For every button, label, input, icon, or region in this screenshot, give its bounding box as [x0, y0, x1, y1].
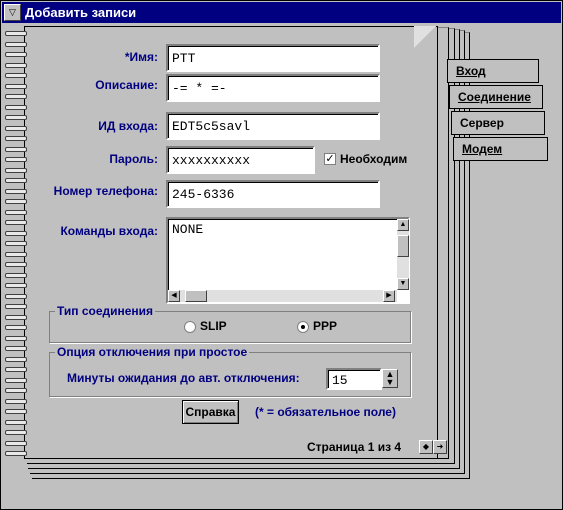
spiral-ring	[5, 52, 29, 57]
spiral-ring	[5, 241, 29, 246]
ppp-label: PPP	[313, 319, 338, 333]
idle-minutes-field[interactable]: 15	[326, 368, 382, 390]
system-menu-button[interactable]: ▽	[4, 4, 21, 21]
scroll-hthumb[interactable]	[185, 290, 207, 302]
required-checkbox[interactable]: ✓	[324, 153, 336, 165]
password-field[interactable]: xxxxxxxxxx	[166, 146, 315, 174]
required-note: (* = обязательное поле)	[255, 405, 396, 419]
spiral-ring	[5, 430, 29, 435]
spiral-ring	[5, 346, 29, 351]
spinner-arrows-icon: ▲ ▼	[385, 369, 395, 387]
checkmark-icon: ✓	[325, 153, 335, 165]
tab-server-label: Сервер	[460, 116, 504, 130]
scroll-down-arrow-icon[interactable]: ▼	[397, 278, 409, 290]
spiral-ring	[5, 262, 29, 267]
login-id-field[interactable]: EDT5c5savl	[166, 112, 380, 140]
title-bar: ▽ Добавить записи	[2, 2, 561, 23]
spiral-ring	[5, 273, 29, 278]
login-commands-text: NONE	[172, 222, 204, 237]
spiral-ring	[5, 441, 29, 446]
tab-modem-label: Модем	[462, 142, 503, 156]
description-field[interactable]: -= * =-	[166, 74, 380, 102]
spiral-ring	[5, 283, 29, 288]
connection-type-title: Тип соединения	[55, 304, 156, 318]
name-field[interactable]: PTT	[166, 44, 380, 72]
tab-connection[interactable]: Соединение	[449, 85, 543, 109]
spiral-ring	[5, 231, 29, 236]
tab-modem[interactable]: Модем	[453, 137, 548, 161]
spiral-ring	[5, 315, 29, 320]
spiral-ring	[5, 189, 29, 194]
spiral-ring	[5, 147, 29, 152]
spiral-ring	[5, 126, 29, 131]
spiral-ring	[5, 94, 29, 99]
page-corner-fold	[414, 26, 436, 48]
scroll-left-arrow-icon[interactable]: ◀	[168, 290, 180, 302]
spiral-ring	[5, 199, 29, 204]
spiral-ring	[5, 63, 29, 68]
spiral-ring	[5, 84, 29, 89]
spiral-ring	[5, 451, 29, 456]
tab-server[interactable]: Сервер	[451, 111, 545, 135]
spiral-ring	[5, 73, 29, 78]
scroll-right-arrow-icon[interactable]: ▶	[383, 290, 395, 302]
tab-login[interactable]: Вход	[447, 59, 539, 83]
login-commands-label: Команды входа:	[60, 224, 158, 238]
spiral-ring	[5, 105, 29, 110]
spiral-ring	[5, 378, 29, 383]
spiral-ring	[5, 31, 29, 36]
ppp-radio[interactable]	[297, 321, 309, 333]
spiral-ring	[5, 168, 29, 173]
spiral-ring	[5, 336, 29, 341]
phone-field[interactable]: 245-6336	[166, 180, 380, 208]
spiral-ring	[5, 252, 29, 257]
help-button[interactable]: Справка	[182, 400, 239, 424]
phone-label: Номер телефона:	[53, 184, 158, 198]
spiral-ring	[5, 357, 29, 362]
password-label: Пароль:	[109, 152, 158, 166]
idle-minutes-label: Минуты ожидания до авт. отключения:	[67, 371, 300, 385]
tab-login-label: Вход	[456, 64, 486, 78]
spiral-ring	[5, 157, 29, 162]
spiral-ring	[5, 304, 29, 309]
page-indicator: Страница 1 из 4	[307, 440, 402, 454]
spiral-ring	[5, 220, 29, 225]
idle-option-title: Опция отключения при простое	[55, 345, 250, 359]
spiral-ring	[5, 210, 29, 215]
spiral-ring	[5, 367, 29, 372]
slip-label: SLIP	[200, 319, 227, 333]
required-checkbox-label: Необходим	[340, 152, 408, 166]
tab-connection-label: Соединение	[458, 90, 531, 104]
spiral-ring	[5, 115, 29, 120]
dialog-window: ▽ Добавить записи Вход Соединение Сервер…	[0, 0, 563, 510]
idle-minutes-spinner[interactable]: ▲ ▼	[382, 369, 398, 388]
description-label: Описание:	[95, 78, 158, 92]
spiral-ring	[5, 178, 29, 183]
spiral-ring	[5, 42, 29, 47]
spiral-ring	[5, 420, 29, 425]
slip-radio[interactable]	[184, 321, 196, 333]
window-title: Добавить записи	[25, 5, 137, 20]
scroll-up-arrow-icon[interactable]: ▲	[397, 219, 409, 231]
spiral-ring	[5, 325, 29, 330]
scroll-thumb[interactable]	[397, 235, 409, 257]
spiral-ring	[5, 388, 29, 393]
spiral-ring	[5, 136, 29, 141]
spiral-ring	[5, 399, 29, 404]
page-prev-icon[interactable]: ◆	[419, 440, 433, 454]
spiral-ring	[5, 294, 29, 299]
login-id-label: ИД входа:	[98, 119, 158, 133]
spiral-ring	[5, 409, 29, 414]
page-next-icon[interactable]: ➜	[433, 440, 447, 454]
name-label: *Имя:	[124, 50, 158, 64]
